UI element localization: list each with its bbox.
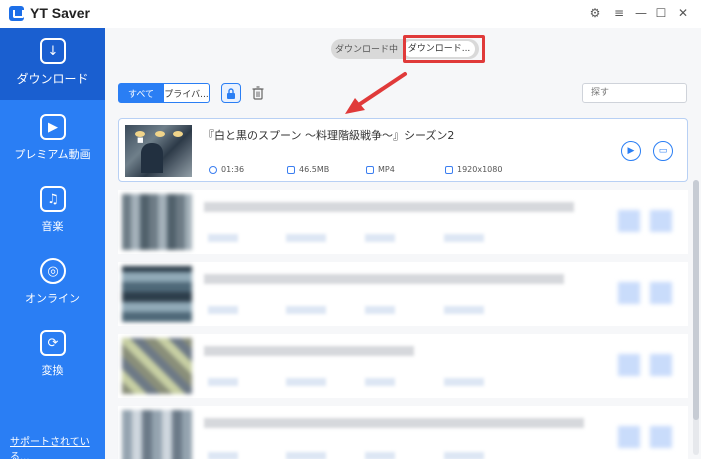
- filter-private-button[interactable]: プライバ...: [164, 83, 210, 103]
- blurred-meta: [208, 378, 238, 386]
- blurred-meta: [365, 452, 395, 459]
- blurred-button: [618, 210, 640, 232]
- blurred-button: [650, 282, 672, 304]
- blurred-meta: [365, 306, 395, 314]
- highlight-annotation: [403, 35, 485, 63]
- blurred-meta: [444, 452, 484, 459]
- duration-meta: 01:36: [209, 165, 244, 174]
- maximize-icon[interactable]: ☐: [654, 6, 668, 20]
- clock-icon: [209, 165, 217, 174]
- format-value: MP4: [378, 165, 395, 174]
- blurred-meta: [444, 378, 484, 386]
- blurred-button: [650, 354, 672, 376]
- blurred-title: [204, 274, 564, 284]
- blurred-title: [204, 346, 414, 356]
- settings-icon[interactable]: ⚙: [588, 6, 602, 20]
- blurred-meta: [444, 234, 484, 242]
- sidebar-item-download[interactable]: ↓ ダウンロード: [0, 28, 105, 100]
- filter-group: すべて プライバ...: [118, 83, 210, 103]
- lock-icon[interactable]: [221, 83, 241, 103]
- search-input[interactable]: [582, 83, 687, 103]
- sidebar-item-premium-video[interactable]: ▶ プレミアム動画: [0, 104, 105, 176]
- sidebar-item-label: ダウンロード: [16, 72, 89, 86]
- sidebar: ↓ ダウンロード ▶ プレミアム動画 ♫ 音楽 ◎ オンライン ⟳ 変換 サポー…: [0, 28, 105, 459]
- close-icon[interactable]: ✕: [676, 6, 690, 20]
- blurred-row: [118, 406, 688, 459]
- minimize-icon[interactable]: —: [634, 6, 648, 20]
- blurred-title: [204, 202, 574, 212]
- scrollbar-thumb[interactable]: [693, 180, 699, 420]
- sidebar-item-label: 音楽: [41, 220, 64, 233]
- video-row[interactable]: ■ 『白と黒のスプーン ～料理階級戦争～』シーズン2 01:36 46.5MB …: [118, 118, 688, 182]
- blurred-meta: [286, 234, 326, 242]
- arrow-annotation-icon: [345, 72, 407, 114]
- globe-icon: ◎: [40, 258, 66, 284]
- size-value: 46.5MB: [299, 165, 330, 174]
- supported-sites-link[interactable]: サポートされている...: [10, 433, 105, 459]
- app-logo-icon: [9, 6, 24, 21]
- blurred-meta: [208, 452, 238, 459]
- menu-icon[interactable]: ≡: [612, 6, 626, 20]
- file-size-icon: [287, 165, 295, 174]
- format-meta: MP4: [366, 165, 395, 174]
- blurred-meta: [286, 378, 326, 386]
- main-panel: ダウンロード中 ダウンロード... すべて プライバ... ■ 『白と黒のスプー…: [105, 28, 701, 459]
- music-note-icon: ♫: [40, 186, 66, 212]
- sidebar-item-label: オンライン: [25, 292, 80, 305]
- blurred-button: [618, 426, 640, 448]
- app-title: YT Saver: [30, 5, 90, 21]
- resolution-meta: 1920x1080: [445, 165, 502, 174]
- blurred-meta: [365, 378, 395, 386]
- monitor-icon: [445, 165, 453, 174]
- blurred-button: [650, 426, 672, 448]
- blurred-thumbnail: [122, 410, 192, 459]
- resolution-value: 1920x1080: [457, 165, 503, 174]
- filter-all-button[interactable]: すべて: [118, 83, 164, 103]
- file-format-icon: [366, 165, 374, 174]
- play-button[interactable]: ▶: [621, 141, 641, 161]
- blurred-meta: [208, 234, 238, 242]
- video-title: 『白と黒のスプーン ～料理階級戦争～』シーズン2: [203, 129, 455, 142]
- blurred-thumbnail: [122, 266, 192, 322]
- sidebar-item-label: プレミアム動画: [14, 148, 91, 161]
- blurred-button: [650, 210, 672, 232]
- blurred-title: [204, 418, 584, 428]
- title-bar: YT Saver ⚙ ≡ — ☐ ✕: [0, 0, 701, 28]
- trash-icon[interactable]: [249, 83, 267, 103]
- blurred-row: [118, 190, 688, 254]
- blurred-button: [618, 354, 640, 376]
- size-meta: 46.5MB: [287, 165, 329, 174]
- blurred-meta: [208, 306, 238, 314]
- sidebar-item-online[interactable]: ◎ オンライン: [0, 248, 105, 320]
- sidebar-item-music[interactable]: ♫ 音楽: [0, 176, 105, 248]
- scrollbar[interactable]: [693, 180, 699, 455]
- open-folder-button[interactable]: ▭: [653, 141, 673, 161]
- blurred-thumbnail: [122, 194, 192, 250]
- blurred-meta: [365, 234, 395, 242]
- blurred-thumbnail: [122, 338, 192, 394]
- blurred-meta: [444, 306, 484, 314]
- camera-icon: ■: [137, 136, 144, 144]
- play-icon: ▶: [40, 114, 66, 140]
- video-thumbnail: ■: [125, 125, 192, 177]
- tab-downloading[interactable]: ダウンロード中: [335, 42, 398, 55]
- blurred-meta: [286, 452, 326, 459]
- convert-icon: ⟳: [40, 330, 66, 356]
- sidebar-item-label: 変換: [41, 364, 64, 377]
- download-icon: ↓: [40, 38, 66, 64]
- sidebar-item-convert[interactable]: ⟳ 変換: [0, 320, 105, 392]
- blurred-row: [118, 334, 688, 398]
- blurred-row: [118, 262, 688, 326]
- blurred-button: [618, 282, 640, 304]
- blurred-meta: [286, 306, 326, 314]
- duration-value: 01:36: [221, 165, 245, 174]
